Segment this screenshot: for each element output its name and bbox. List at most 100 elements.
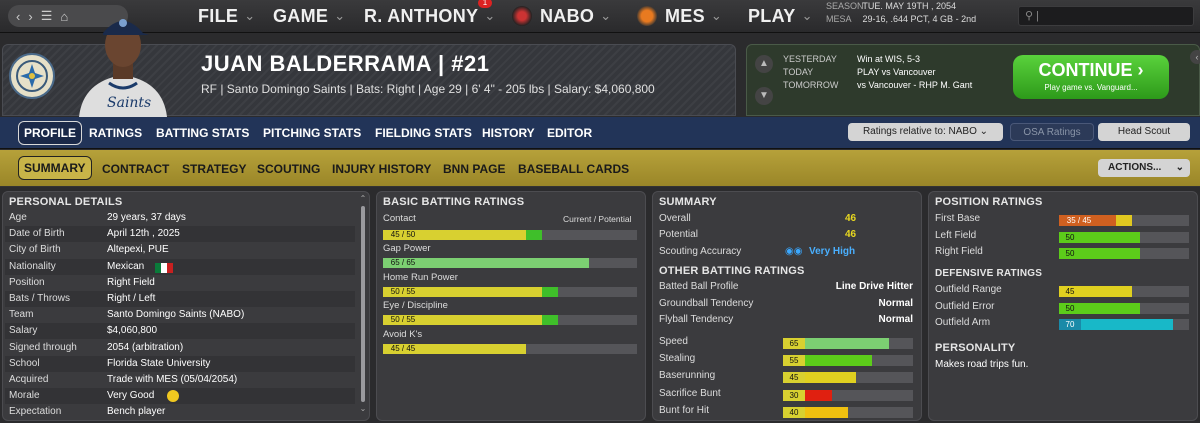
detail-value: April 12th , 2025 (107, 228, 180, 240)
detail-value: 2054 (arbitration) (107, 341, 184, 353)
running-rating-value: 30 (783, 389, 805, 401)
today-label: TODAY (783, 67, 814, 77)
search-input[interactable]: ⚲ | (1018, 6, 1194, 26)
scouting-accuracy-value: Very High (809, 246, 856, 257)
player-header: Saints JUAN BALDERRAMA | #21 RF | Santo … (2, 19, 736, 117)
menu-team[interactable]: MES ⌄ (637, 4, 722, 28)
home-icon[interactable]: ⌂ (60, 9, 68, 24)
detail-label: City of Birth (9, 244, 61, 256)
menu-file[interactable]: FILE ⌄ (198, 4, 255, 28)
detail-row: Bats / Throws Right / Left (5, 291, 355, 307)
tab-bnn-page[interactable]: BNN PAGE (443, 162, 505, 176)
chevron-down-icon: ⌄ (710, 8, 723, 23)
summary-panel: SUMMARY Overall 46 Potential 46 Scouting… (652, 191, 922, 421)
menu-label: GAME (273, 5, 329, 26)
personality-text: Makes road trips fun. (935, 359, 1029, 370)
player-name: JUAN BALDERRAMA | #21 (201, 51, 490, 76)
chevron-down-icon: ⌄ (484, 8, 496, 23)
other-rating-label: Flyball Tendency (659, 314, 734, 325)
back-icon[interactable]: ‹ (16, 9, 20, 24)
position-rating-bar: 50 (1059, 248, 1189, 259)
menu-game[interactable]: GAME ⌄ (273, 4, 345, 28)
detail-value: Altepexi, PUE (107, 244, 169, 256)
detail-row: Morale Very Good (5, 388, 355, 405)
running-rating-value: 65 (783, 338, 805, 349)
detail-value: Bench player (107, 406, 166, 418)
detail-row: Expectation Bench player (5, 404, 355, 420)
head-scout-button[interactable]: Head Scout (1098, 123, 1190, 141)
position-label: Left Field (935, 229, 977, 241)
ratings-relative-label: Ratings relative to: NABO (862, 126, 977, 137)
osa-ratings-button[interactable]: OSA Ratings (1010, 123, 1094, 141)
position-rating-value: 50 (1059, 231, 1081, 243)
defensive-label: Outfield Error (935, 300, 995, 312)
chevron-up-icon[interactable]: ▲ (755, 55, 773, 73)
tab-injury-history[interactable]: INJURY HISTORY (332, 162, 431, 176)
chevron-down-icon[interactable]: ⌄ (359, 404, 367, 414)
menu-manager[interactable]: R. ANTHONY ⌄ (364, 4, 496, 28)
menu-label: MES (665, 5, 705, 26)
chevron-down-icon: ⌄ (801, 8, 813, 23)
tab-history[interactable]: HISTORY (482, 126, 535, 140)
continue-button[interactable]: CONTINUE › Play game vs. Vanguard... (1013, 55, 1169, 99)
position-ratings-panel: POSITION RATINGS First Base 35 / 45 Left F… (928, 191, 1198, 421)
scrollbar-thumb[interactable] (361, 206, 365, 402)
chevron-up-icon[interactable]: ⌃ (359, 194, 367, 204)
detail-label: School (9, 357, 40, 369)
position-rating-bar: 35 / 45 (1059, 215, 1189, 226)
detail-row: Nationality Mexican (5, 258, 355, 275)
menu-label: PLAY (748, 5, 796, 26)
detail-value: 29 years, 37 days (107, 212, 186, 223)
menu-label: FILE (198, 5, 239, 26)
today-value: PLAY vs Vancouver (857, 67, 936, 77)
running-rating-bar: 30 (783, 389, 913, 401)
tab-ratings[interactable]: RATINGS (89, 126, 142, 140)
potential-value: 46 (845, 229, 857, 240)
team-record: 29-16, .644 PCT, 4 GB - 2nd (862, 14, 977, 24)
tab-summary[interactable]: SUMMARY (18, 156, 92, 180)
detail-row: Team Santo Domingo Saints (NABO) (5, 307, 355, 323)
detail-label: Position (9, 276, 45, 288)
tab-baseball-cards[interactable]: BASEBALL CARDS (518, 162, 629, 176)
panel-title: SUMMARY (659, 196, 717, 208)
detail-row: Signed through 2054 (arbitration) (5, 340, 355, 356)
search-placeholder: | (1036, 10, 1039, 22)
running-rating-bar: 55 (783, 355, 913, 367)
running-rating-label: Stealing (659, 353, 696, 365)
tab-pitching-stats[interactable]: PITCHING STATS (263, 126, 361, 140)
position-rating-value: 35 / 45 (1059, 215, 1099, 226)
tab-batting-stats[interactable]: BATTING STATS (156, 126, 249, 140)
chevron-down-icon: ⌄ (1175, 162, 1184, 173)
detail-label: Bats / Throws (9, 293, 70, 304)
batting-rating-bar: 45 / 50 (383, 230, 637, 240)
secondary-tabs: SUMMARY CONTRACT STRATEGY SCOUTING INJUR… (0, 150, 1200, 187)
tab-editor[interactable]: EDITOR (547, 126, 592, 140)
detail-label: Acquired (9, 374, 49, 385)
expand-chevron-icon[interactable]: ‹ (1190, 50, 1200, 64)
position-rating-value: 50 (1059, 248, 1081, 259)
defensive-rating-bar: 45 (1059, 286, 1189, 297)
personal-details-panel: PERSONAL DETAILS Age 29 years, 37 days Dat… (2, 191, 370, 421)
actions-label: ACTIONS... (1108, 162, 1162, 173)
menu-icon[interactable]: ☰ (41, 8, 53, 24)
scrollbar[interactable]: ⌃ ⌄ (359, 194, 367, 418)
tab-strategy[interactable]: STRATEGY (182, 162, 246, 176)
batting-rating-label: Gap Power (383, 243, 431, 255)
detail-label: Age (9, 212, 27, 223)
menu-league[interactable]: NABO ⌄ (512, 4, 611, 28)
player-info: RF | Santo Domingo Saints | Bats: Right … (201, 82, 655, 96)
batting-rating-value: 45 / 50 (383, 230, 423, 240)
menu-play[interactable]: PLAY ⌄ (748, 4, 813, 28)
chevron-down-icon[interactable]: ▼ (755, 87, 773, 105)
ratings-relative-select[interactable]: Ratings relative to: NABO ⌄ (848, 123, 1003, 141)
tomorrow-value: vs Vancouver - RHP M. Gant (857, 80, 973, 90)
actions-dropdown[interactable]: ACTIONS... ⌄ (1098, 159, 1190, 177)
defensive-rating-value: 45 (1059, 286, 1081, 297)
tab-scouting[interactable]: SCOUTING (257, 162, 320, 176)
detail-value: $4,060,800 (107, 325, 158, 337)
tab-profile[interactable]: PROFILE (18, 121, 83, 145)
forward-icon[interactable]: › (28, 9, 32, 24)
tab-fielding-stats[interactable]: FIELDING STATS (375, 126, 472, 140)
running-rating-bar: 45 (783, 372, 913, 384)
tab-contract[interactable]: CONTRACT (102, 162, 169, 176)
